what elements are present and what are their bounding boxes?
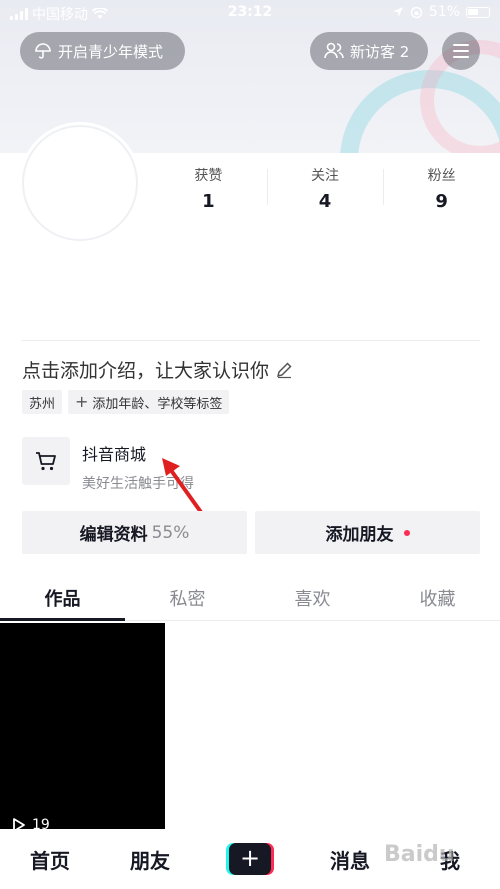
new-visitors-label: 新访客 2 — [350, 42, 410, 61]
stat-value: 1 — [202, 191, 215, 212]
divider — [22, 340, 480, 341]
shopping-cart-icon — [36, 452, 56, 471]
lock-rotation-icon — [410, 6, 423, 18]
menu-icon[interactable] — [442, 32, 480, 70]
stat-label: 粉丝 — [427, 168, 456, 184]
profile-completion: 55% — [151, 522, 190, 543]
tab-works[interactable]: 作品 — [0, 575, 125, 621]
stat-value: 9 — [435, 191, 448, 212]
add-friends-button[interactable]: 添加朋友 — [255, 511, 480, 554]
umbrella-icon — [35, 43, 51, 59]
new-visitors-button[interactable]: 新访客 2 — [310, 32, 428, 70]
stat-value: 4 — [318, 191, 332, 212]
profile-page: 中国移动 23:12 51% 开启青少年模式 新访客 2 获赞 1 关注 4 粉… — [0, 0, 500, 889]
youth-mode-button[interactable]: 开启青少年模式 — [20, 32, 185, 70]
create-button[interactable]: + — [200, 843, 300, 875]
nav-me[interactable]: 我 — [400, 845, 500, 874]
content-tabs: 作品 私密 喜欢 收藏 — [0, 575, 500, 621]
add-intro-prompt[interactable]: 点击添加介绍，让大家认识你 — [22, 356, 293, 383]
nav-messages[interactable]: 消息 — [300, 845, 400, 874]
avatar[interactable] — [22, 125, 138, 241]
pencil-icon — [276, 361, 292, 378]
battery-percent: 51% — [428, 4, 460, 20]
stat-followers[interactable]: 粉丝 9 — [383, 165, 500, 215]
city-tag-label: 苏州 — [29, 396, 56, 412]
plus-icon: + — [75, 392, 89, 411]
tab-private[interactable]: 私密 — [125, 575, 250, 620]
city-tag[interactable]: 苏州 — [22, 390, 63, 414]
users-icon — [324, 42, 344, 59]
notification-dot — [403, 529, 410, 536]
stat-likes[interactable]: 获赞 1 — [150, 165, 267, 215]
status-right: 51% — [392, 4, 490, 20]
tab-liked[interactable]: 喜欢 — [250, 575, 375, 620]
tab-favorites[interactable]: 收藏 — [375, 575, 500, 620]
profile-tags: 苏州 + 添加年龄、学校等标签 — [22, 390, 230, 414]
intro-text: 点击添加介绍，让大家认识你 — [22, 360, 270, 382]
stat-label: 关注 — [311, 168, 339, 184]
plus-icon: + — [226, 843, 274, 875]
add-tags-button[interactable]: + 添加年龄、学校等标签 — [68, 390, 230, 414]
stat-label: 获赞 — [194, 168, 223, 184]
nav-friends[interactable]: 朋友 — [100, 845, 200, 874]
bottom-navigation: 首页 朋友 + 消息 我 — [0, 829, 500, 889]
edit-profile-button[interactable]: 编辑资料 55% — [22, 511, 247, 554]
shop-icon-box — [22, 437, 70, 485]
video-thumbnail[interactable]: 19 — [0, 623, 165, 843]
add-friends-label: 添加朋友 — [325, 525, 394, 545]
youth-mode-label: 开启青少年模式 — [58, 42, 164, 61]
status-bar: 中国移动 23:12 51% — [0, 0, 500, 26]
profile-stats: 获赞 1 关注 4 粉丝 9 — [150, 165, 500, 215]
stat-following[interactable]: 关注 4 — [266, 165, 384, 215]
add-tags-label: 添加年龄、学校等标签 — [92, 396, 223, 412]
battery-icon — [466, 6, 490, 18]
nav-home[interactable]: 首页 — [0, 845, 100, 874]
location-icon — [392, 7, 403, 17]
edit-profile-label: 编辑资料 — [79, 525, 148, 545]
